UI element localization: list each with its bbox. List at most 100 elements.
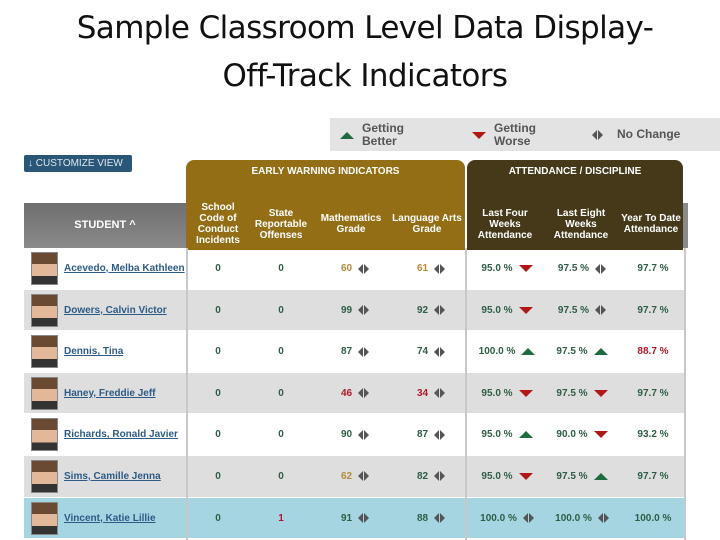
legend-label: Getting [494, 121, 536, 135]
col-header-att4[interactable]: Last Four Weeks Attendance [472, 200, 538, 248]
student-avatar [31, 418, 58, 452]
ela-cell: 88 [396, 498, 466, 539]
ela-value: 34 [416, 387, 429, 399]
no-change-arrows-icon [595, 305, 607, 316]
offenses-cell: 0 [250, 373, 312, 414]
ytd-value: 97.7 % [637, 387, 669, 399]
conduct-cell: 0 [188, 456, 248, 497]
trend-down-icon [518, 306, 533, 314]
student-name-link[interactable]: Vincent, Katie Lillie [64, 498, 204, 539]
offenses-value: 0 [278, 304, 284, 316]
student-name-link[interactable]: Dennis, Tina [64, 331, 204, 372]
col-header-math[interactable]: Mathematics Grade [316, 200, 386, 248]
att4-cell: 95.0 % [472, 373, 542, 414]
student-avatar [31, 459, 58, 493]
student-column-header[interactable]: STUDENT ^ [24, 203, 186, 248]
ela-cell: 87 [396, 414, 466, 455]
conduct-value: 0 [215, 304, 221, 316]
table-row[interactable]: Dowers, Calvin Victor 0 0 99 92 95.0 % 97.5 % 9… [24, 289, 684, 332]
table-row[interactable]: Dennis, Tina 0 0 87 74 100.0 % 97.5 % 88.7 % [24, 331, 684, 373]
att4-cell: 95.0 % [472, 414, 542, 455]
col-header-att8[interactable]: Last Eight Weeks Attendance [546, 200, 616, 248]
student-avatar [31, 335, 58, 369]
trend-up-icon [518, 431, 533, 439]
ytd-value: 97.7 % [637, 263, 669, 274]
ytd-cell: 88.7 % [622, 331, 684, 372]
math-value: 87 [340, 346, 353, 358]
math-cell: 60 [320, 248, 390, 289]
att8-cell: 100.0 % [546, 498, 618, 539]
group-title: EARLY WARNING INDICATORS [251, 166, 400, 177]
legend-getting-better: Getting Better [340, 122, 404, 148]
ytd-cell: 97.7 % [622, 373, 684, 414]
student-name-link[interactable]: Sims, Camille Jenna [64, 456, 204, 497]
att4-value: 95.0 % [481, 387, 513, 399]
trend-down-icon [593, 431, 608, 439]
offenses-value: 0 [278, 470, 284, 482]
no-change-arrows-icon [434, 346, 446, 357]
table-row[interactable]: Haney, Freddie Jeff 0 0 46 34 95.0 % 97.5 % 97.… [24, 372, 684, 415]
att8-value: 97.5 % [557, 304, 590, 316]
col-header-offenses[interactable]: State Reportable Offenses [250, 200, 312, 248]
no-change-arrows-icon [434, 429, 446, 440]
student-avatar [31, 376, 58, 410]
att4-cell: 95.0 % [472, 248, 542, 289]
ela-value: 82 [416, 470, 429, 482]
math-cell: 46 [320, 373, 390, 414]
student-name-link[interactable]: Richards, Ronald Javier [64, 414, 204, 455]
offenses-value: 0 [278, 429, 284, 441]
att4-value: 95.0 % [481, 429, 513, 441]
student-avatar [31, 293, 58, 327]
ytd-value: 93.2 % [637, 429, 669, 441]
slide-title-line2: Off-Track Indicators [222, 58, 509, 94]
att4-value: 100.0 % [478, 346, 516, 358]
legend-getting-worse: Getting Worse [472, 122, 536, 148]
legend-no-change: No Change [592, 128, 680, 141]
table-row[interactable]: Vincent, Katie Lillie 0 1 91 88 100.0 % 100.0 … [24, 497, 684, 540]
ytd-cell: 97.7 % [622, 248, 684, 289]
no-change-arrows-icon [434, 388, 446, 399]
ela-value: 87 [416, 429, 429, 441]
ela-cell: 61 [396, 248, 466, 289]
student-name-link[interactable]: Haney, Freddie Jeff [64, 373, 204, 414]
customize-view-button[interactable]: ↓ CUSTOMIZE VIEW [24, 155, 132, 172]
table-row[interactable]: Acevedo, Melba Kathleen 0 0 60 61 95.0 % 97.5 … [24, 248, 684, 290]
trend-up-icon [593, 472, 608, 480]
ytd-value: 100.0 % [634, 512, 672, 524]
att8-value: 97.5 % [556, 387, 588, 399]
col-header-ela[interactable]: Language Arts Grade [392, 200, 462, 248]
offenses-cell: 1 [250, 498, 312, 539]
legend-label: No Change [617, 127, 681, 141]
table-row[interactable]: Sims, Camille Jenna 0 0 62 82 95.0 % 97.5 % 97.… [24, 455, 684, 498]
student-avatar [31, 501, 58, 535]
trend-up-icon [521, 348, 536, 356]
table-row[interactable]: Richards, Ronald Javier 0 0 90 87 95.0 % 90.0 … [24, 414, 684, 456]
no-change-arrows-icon [592, 129, 603, 140]
student-table: Acevedo, Melba Kathleen 0 0 60 61 95.0 % 97.5 … [24, 248, 684, 540]
col-header-ytd[interactable]: Year To Date Attendance [620, 200, 682, 248]
student-avatar [31, 252, 58, 285]
conduct-value: 0 [215, 470, 221, 482]
offenses-value: 1 [278, 512, 284, 524]
offenses-cell: 0 [250, 290, 312, 331]
ela-cell: 74 [396, 331, 466, 372]
student-name-link[interactable]: Acevedo, Melba Kathleen [64, 248, 204, 289]
att8-value: 100.0 % [555, 512, 592, 524]
math-value: 91 [340, 512, 353, 524]
ela-cell: 92 [396, 290, 466, 331]
triangle-up-icon [340, 131, 354, 139]
ytd-cell: 93.2 % [622, 414, 684, 455]
att8-cell: 90.0 % [546, 414, 618, 455]
att8-cell: 97.5 % [546, 373, 618, 414]
offenses-cell: 0 [250, 248, 312, 289]
legend-label: Worse [494, 134, 531, 148]
offenses-value: 0 [278, 263, 284, 274]
no-change-arrows-icon [434, 513, 446, 524]
att8-value: 97.5 % [556, 470, 588, 482]
student-name-link[interactable]: Dowers, Calvin Victor [64, 290, 204, 331]
math-cell: 91 [320, 498, 390, 539]
att4-value: 95.0 % [481, 470, 513, 482]
col-header-conduct[interactable]: School Code of Conduct Incidents [188, 200, 248, 248]
math-value: 46 [340, 387, 353, 399]
math-cell: 62 [320, 456, 390, 497]
